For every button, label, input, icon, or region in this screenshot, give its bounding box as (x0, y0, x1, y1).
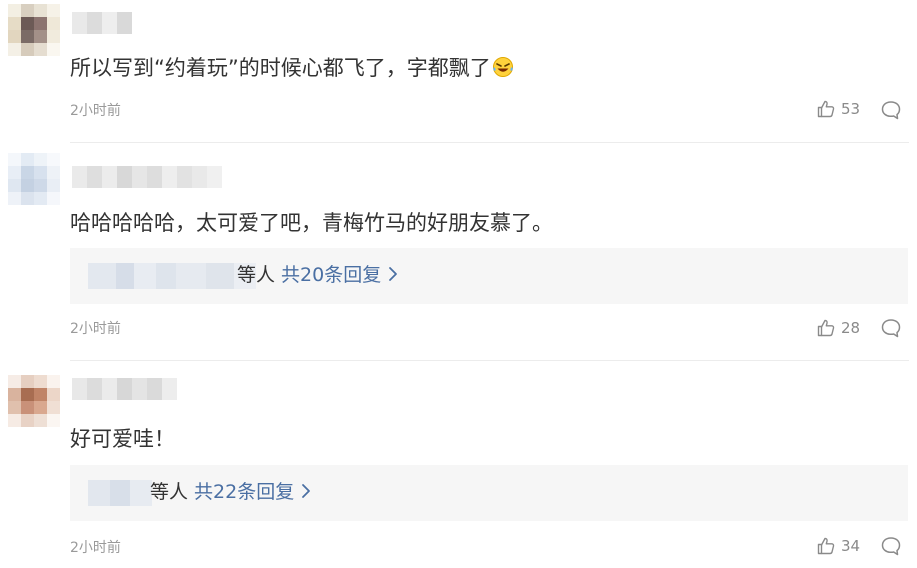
reply-count-link[interactable]: 共22条回复 (194, 481, 294, 503)
reply-users-suffix: 等人 (150, 481, 189, 503)
avatar[interactable] (8, 375, 60, 427)
thumbs-up-icon (817, 319, 835, 337)
reply-users-suffix: 等人 (237, 264, 276, 286)
username-blurred[interactable] (72, 12, 132, 34)
timestamp: 2小时前 (70, 103, 121, 119)
like-button[interactable]: 34 (816, 536, 860, 556)
avatar[interactable] (8, 4, 60, 56)
reply-summary[interactable]: 等人 共22条回复 (70, 465, 908, 521)
laughing-tears-emoji-icon (492, 57, 513, 77)
comment-text: 所以写到“约着玩”的时候心都飞了，字都飘了 (70, 54, 514, 82)
comment-bubble-icon[interactable] (880, 99, 902, 121)
reply-count-link[interactable]: 共20条回复 (281, 264, 381, 286)
comment-item: 所以写到“约着玩”的时候心都飞了，字都飘了 2小时前 53 (0, 0, 917, 142)
timestamp: 2小时前 (70, 540, 121, 556)
like-count: 53 (841, 100, 861, 118)
username-blurred[interactable] (72, 378, 177, 400)
avatar[interactable] (8, 153, 60, 205)
comment-bubble-icon[interactable] (880, 317, 902, 339)
comment-bubble-icon[interactable] (880, 535, 902, 557)
like-button[interactable]: 28 (816, 318, 860, 338)
comment-text: 好可爱哇！ (70, 427, 175, 451)
like-count: 28 (841, 319, 861, 337)
timestamp: 2小时前 (70, 321, 121, 337)
chevron-right-icon (389, 267, 398, 281)
reply-usernames-blurred (88, 480, 152, 506)
reply-usernames-blurred (88, 263, 256, 289)
like-button[interactable]: 53 (816, 99, 860, 119)
comment-item: 好可爱哇！ 等人 共22条回复 2小时前 34 (0, 361, 917, 568)
reply-summary-label[interactable]: 等人 共22条回复 (150, 478, 312, 506)
reply-summary-label[interactable]: 等人 共20条回复 (237, 261, 399, 289)
thumbs-up-icon (817, 100, 835, 118)
comment-text: 哈哈哈哈哈，太可爱了吧，青梅竹马的好朋友慕了。 (70, 211, 553, 235)
comment-item: 哈哈哈哈哈，太可爱了吧，青梅竹马的好朋友慕了。 等人 共20条回复 2小时前 28 (0, 143, 917, 361)
thumbs-up-icon (817, 537, 835, 555)
like-count: 34 (841, 537, 861, 555)
reply-summary[interactable]: 等人 共20条回复 (70, 248, 908, 304)
username-blurred[interactable] (72, 166, 222, 188)
chevron-right-icon (302, 484, 311, 498)
